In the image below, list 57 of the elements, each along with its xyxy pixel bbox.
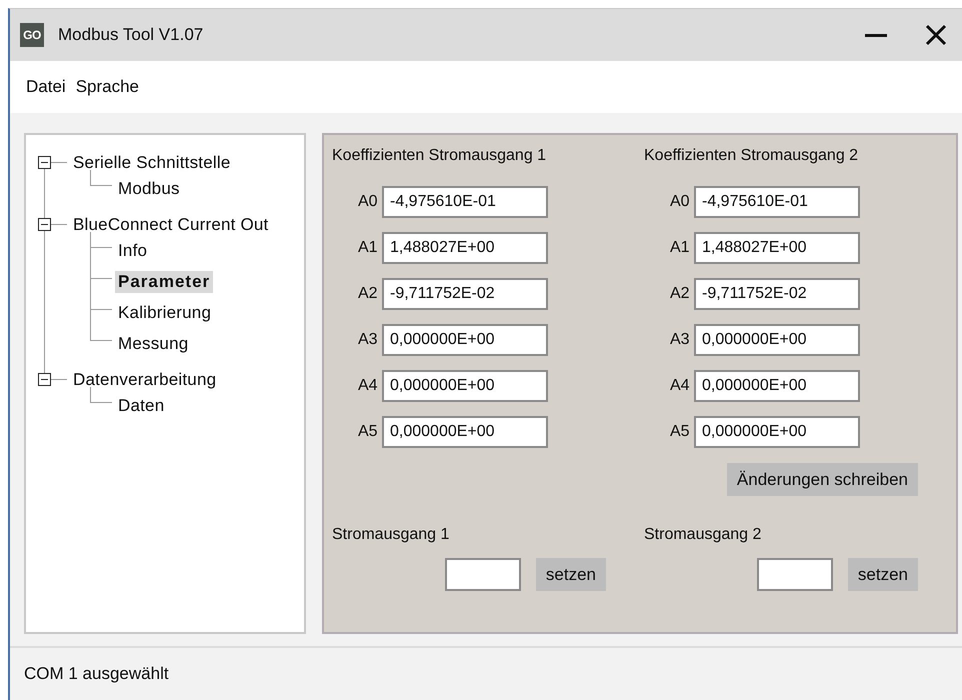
status-text: COM 1 ausgewählt bbox=[10, 646, 962, 700]
close-icon[interactable] bbox=[924, 23, 948, 47]
write-changes-button[interactable]: Änderungen schreiben bbox=[726, 463, 918, 496]
output-field[interactable] bbox=[756, 558, 833, 591]
tree-item[interactable]: Kalibrierung bbox=[115, 302, 214, 324]
output-label: Stromausgang 1 bbox=[332, 526, 450, 545]
coefficient-field[interactable]: 0,000000E+00 bbox=[694, 324, 860, 356]
coefficient-label: A3 bbox=[357, 331, 379, 349]
coefficient-field[interactable]: 0,000000E+00 bbox=[382, 324, 548, 356]
tree-item[interactable]: Serielle Schnittstelle bbox=[70, 152, 234, 174]
tree-line bbox=[90, 170, 112, 186]
coefficient-field[interactable]: 0,000000E+00 bbox=[694, 416, 860, 448]
collapse-icon[interactable] bbox=[38, 373, 51, 386]
coefficient-label: A3 bbox=[669, 331, 691, 349]
section-title: Koeffizienten Stromausgang 1 bbox=[332, 147, 548, 166]
set-button[interactable]: setzen bbox=[848, 558, 918, 591]
app-logo: GO bbox=[20, 23, 44, 47]
coefficient-label: A1 bbox=[357, 239, 379, 257]
coefficient-label: A0 bbox=[669, 193, 691, 211]
output-label: Stromausgang 2 bbox=[644, 526, 762, 545]
coefficient-field[interactable]: -9,711752E-02 bbox=[694, 278, 860, 310]
coefficient-field[interactable]: -4,975610E-01 bbox=[382, 186, 548, 218]
coefficient-field[interactable]: 1,488027E+00 bbox=[694, 232, 860, 264]
set-button[interactable]: setzen bbox=[536, 558, 606, 591]
menu-item[interactable]: Sprache bbox=[76, 77, 140, 97]
coefficient-field[interactable]: -4,975610E-01 bbox=[694, 186, 860, 218]
tree-item[interactable]: Parameter bbox=[115, 270, 214, 292]
coefficient-label: A5 bbox=[357, 423, 379, 441]
tree-line bbox=[90, 232, 112, 248]
coefficient-label: A2 bbox=[669, 285, 691, 303]
tree-item[interactable]: Daten bbox=[115, 394, 168, 416]
coefficient-field[interactable]: 0,000000E+00 bbox=[382, 370, 548, 402]
collapse-icon[interactable] bbox=[38, 156, 51, 169]
coefficient-label: A2 bbox=[357, 285, 379, 303]
tree-line bbox=[90, 294, 112, 310]
coefficient-field[interactable]: 0,000000E+00 bbox=[382, 416, 548, 448]
section-title: Koeffizienten Stromausgang 2 bbox=[644, 147, 860, 166]
tree-item[interactable]: Modbus bbox=[115, 178, 183, 200]
tree-item[interactable]: Info bbox=[115, 240, 150, 262]
tree-item[interactable]: BlueConnect Current Out bbox=[70, 214, 272, 236]
output-field[interactable] bbox=[444, 558, 521, 591]
coefficient-label: A5 bbox=[669, 423, 691, 441]
window-title: Modbus Tool V1.07 bbox=[58, 25, 204, 45]
coefficient-label: A4 bbox=[357, 377, 379, 395]
coefficient-label: A0 bbox=[357, 193, 379, 211]
coefficient-label: A1 bbox=[669, 239, 691, 257]
coefficient-field[interactable]: 0,000000E+00 bbox=[694, 370, 860, 402]
coefficient-field[interactable]: 1,488027E+00 bbox=[382, 232, 548, 264]
tree-line bbox=[90, 325, 112, 341]
collapse-icon[interactable] bbox=[38, 218, 51, 231]
tree-line bbox=[90, 263, 112, 279]
coefficient-label: A4 bbox=[669, 377, 691, 395]
coefficient-field[interactable]: -9,711752E-02 bbox=[382, 278, 548, 310]
tree-item[interactable]: Datenverarbeitung bbox=[70, 368, 220, 390]
menu-item[interactable]: Datei bbox=[26, 77, 66, 97]
tree-line bbox=[90, 387, 112, 403]
tree-item[interactable]: Messung bbox=[115, 332, 192, 354]
